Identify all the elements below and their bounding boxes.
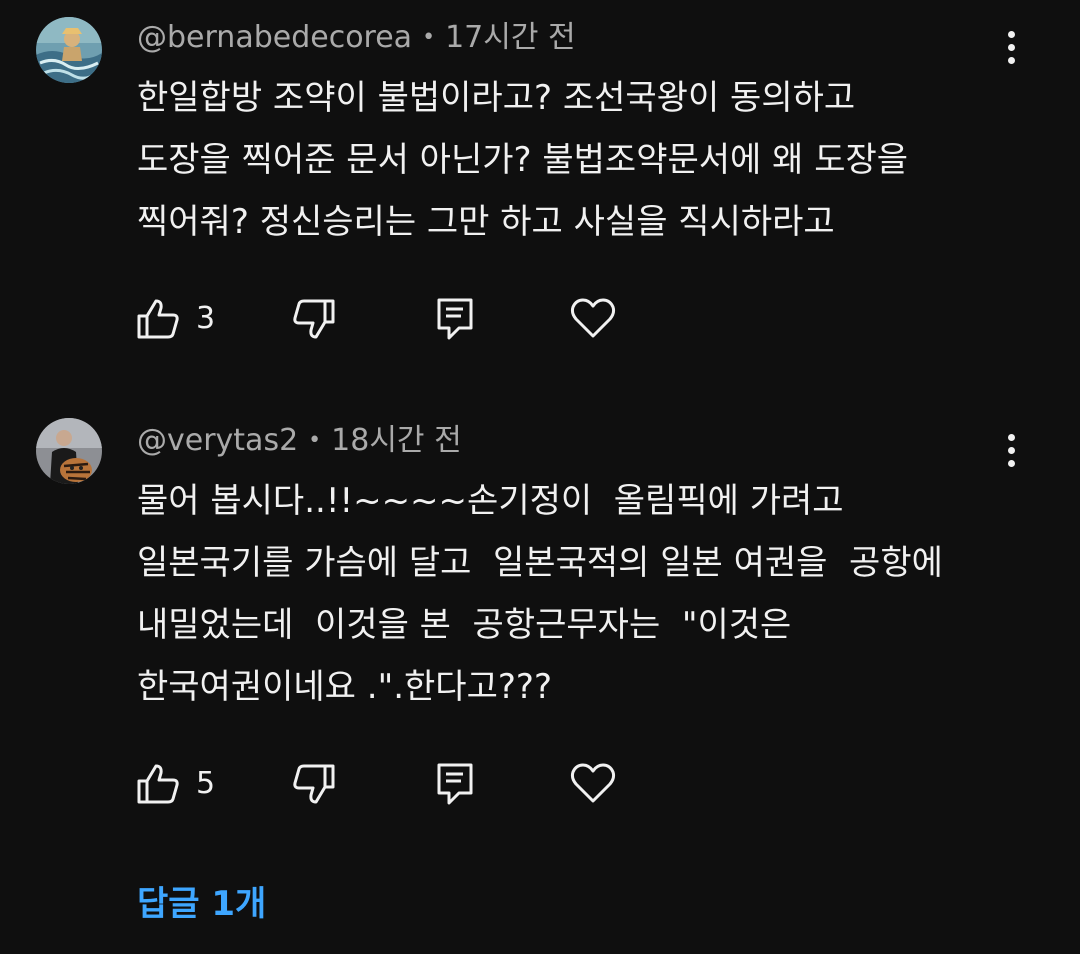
view-replies-link[interactable]: 답글 1개 xyxy=(137,880,266,928)
heart-icon xyxy=(570,763,616,803)
meta-separator: • xyxy=(422,25,436,50)
reply-comment-icon xyxy=(437,298,473,340)
comment-text: 한일합방 조약이 불법이라고? 조선국왕이 동의하고 도장을 찍어준 문서 아닌… xyxy=(137,67,1037,253)
comment-text: 물어 봅시다..!!~~~~손기정이 올림픽에 가려고 일본국기를 가슴에 달고… xyxy=(137,470,1037,718)
thumbs-down-icon xyxy=(293,299,335,339)
comment-text-line: 한일합방 조약이 불법이라고? 조선국왕이 동의하고 xyxy=(137,78,856,118)
reply-button[interactable] xyxy=(436,289,484,349)
comment-text-line: 물어 봅시다..!!~~~~손기정이 올림픽에 가려고 xyxy=(137,481,844,521)
reply-comment-icon xyxy=(437,763,473,805)
like-button[interactable]: 3 xyxy=(136,289,246,349)
thumbs-down-icon xyxy=(293,764,335,804)
comment-meta: @verytas2 • 18시간 전 xyxy=(137,421,462,461)
author-name[interactable]: @bernabedecorea xyxy=(137,20,412,55)
comment-actions: 3 xyxy=(130,289,650,349)
comment-actions: 5 xyxy=(130,754,650,814)
comment-text-line: 일본국기를 가슴에 달고 일본국적의 일본 여권을 공항에 xyxy=(137,543,943,583)
heart-button[interactable] xyxy=(570,289,622,349)
comment-meta: @bernabedecorea • 17시간 전 xyxy=(137,18,576,58)
comment-text-line: 내밀었는데 이것을 본 공항근무자는 "이것은 xyxy=(137,605,792,645)
author-avatar[interactable] xyxy=(36,418,102,484)
comment-thread: @bernabedecorea • 17시간 전 한일합방 조약이 불법이라고? 조… xyxy=(0,0,1080,380)
like-count: 5 xyxy=(196,766,216,801)
author-name[interactable]: @verytas2 xyxy=(137,423,298,458)
comment-time: 17시간 전 xyxy=(445,20,576,55)
comment-text-line: 찍어줘? 정신승리는 그만 하고 사실을 직시하라고 xyxy=(137,202,835,242)
like-count: 3 xyxy=(196,301,216,336)
heart-button[interactable] xyxy=(570,754,622,814)
comment-text-line: 도장을 찍어준 문서 아닌가? 불법조약문서에 왜 도장을 xyxy=(137,140,909,180)
thumbs-up-icon xyxy=(137,299,179,339)
author-avatar[interactable] xyxy=(36,17,102,83)
comment-text-line: 한국여권이네요 .".한다고??? xyxy=(137,667,552,707)
meta-separator: • xyxy=(308,428,322,453)
comment-thread: @verytas2 • 18시간 전 물어 봅시다..!!~~~~손기정이 올림픽에… xyxy=(0,400,1080,954)
dislike-button[interactable] xyxy=(292,289,340,349)
reply-button[interactable] xyxy=(436,754,484,814)
heart-icon xyxy=(570,298,616,338)
comment-time: 18시간 전 xyxy=(331,423,462,458)
like-button[interactable]: 5 xyxy=(136,754,246,814)
thumbs-up-icon xyxy=(137,764,179,804)
dislike-button[interactable] xyxy=(292,754,340,814)
